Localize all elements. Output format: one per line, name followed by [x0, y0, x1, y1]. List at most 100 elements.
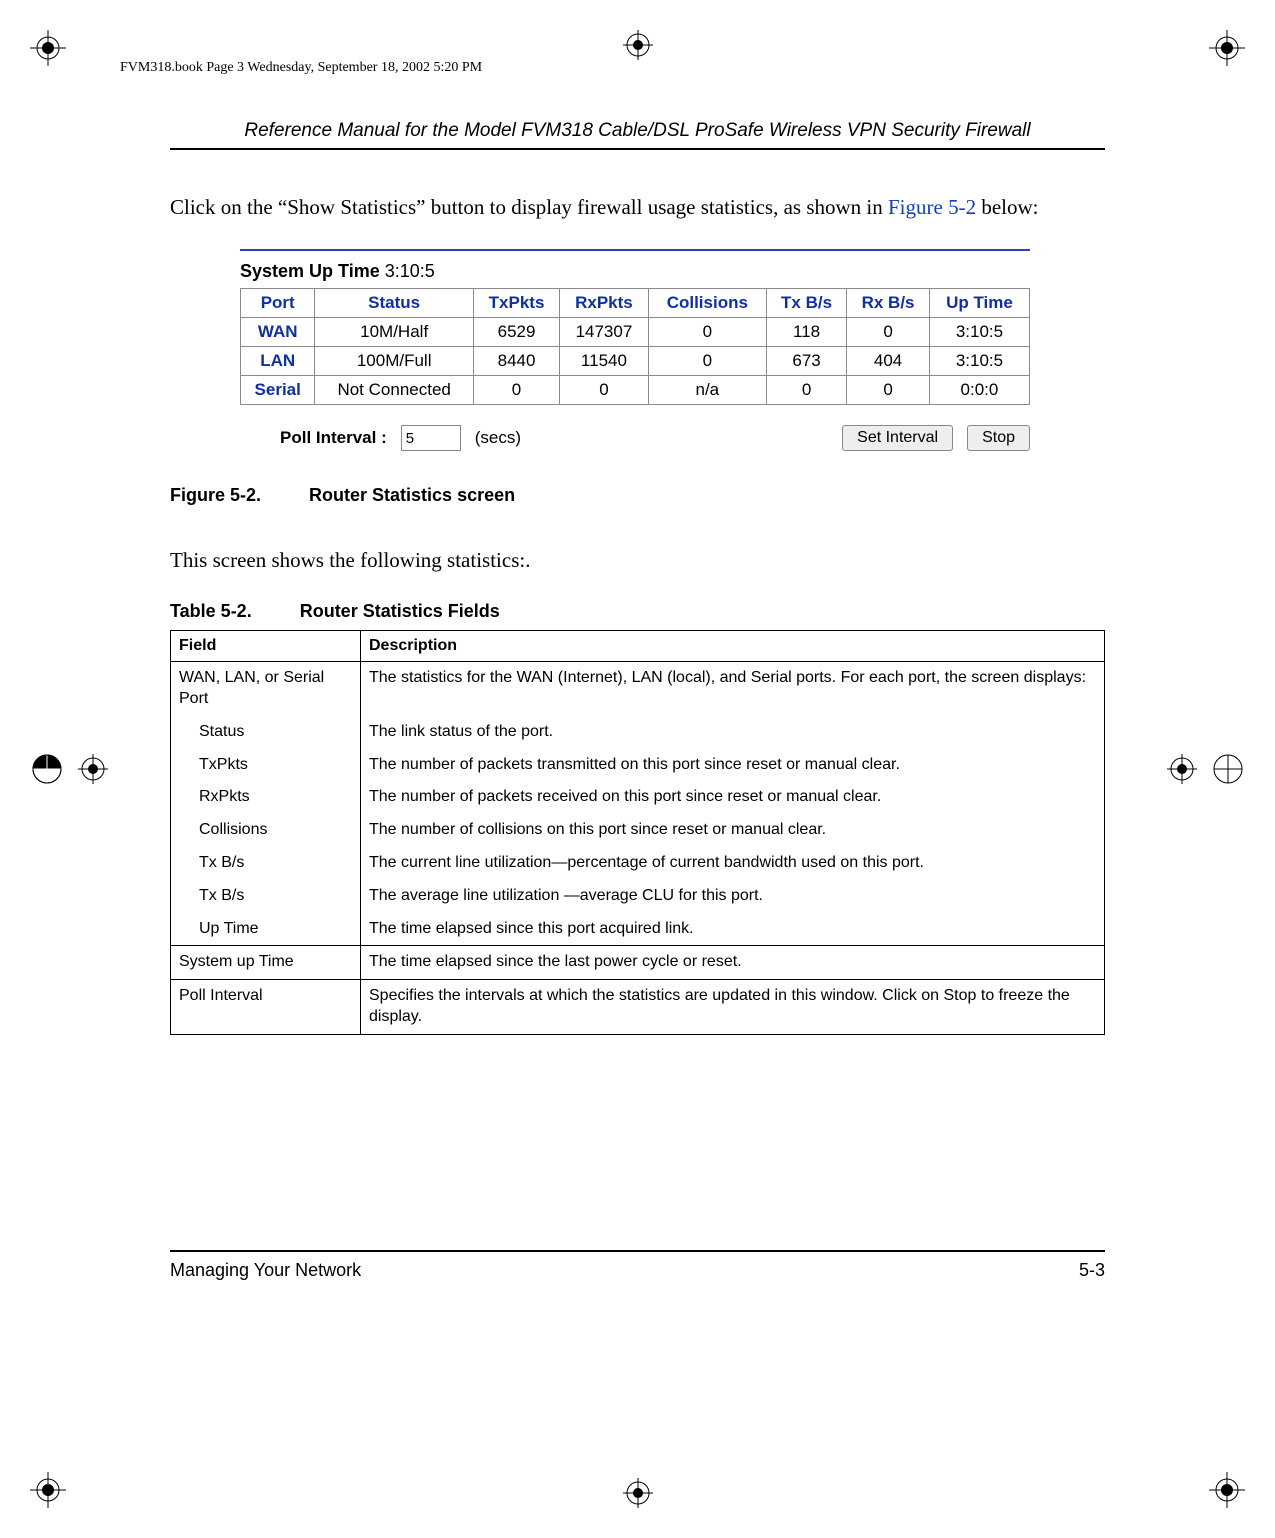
- router-statistics-figure: System Up Time 3:10:5 PortStatusTxPktsRx…: [240, 249, 1030, 451]
- stats-cell: 673: [766, 347, 846, 376]
- poll-interval-input[interactable]: [401, 425, 461, 451]
- field-desc-cell: The average line utilization —average CL…: [361, 880, 1105, 913]
- stats-cell: 8440: [473, 347, 559, 376]
- stats-cell: 0: [847, 376, 930, 405]
- field-desc-cell: The statistics for the WAN (Internet), L…: [361, 662, 1105, 716]
- stats-cell: 0: [648, 318, 766, 347]
- figure-xref-link[interactable]: Figure 5-2: [888, 195, 976, 219]
- field-name-cell: System up Time: [171, 946, 361, 980]
- table-row: Up TimeThe time elapsed since this port …: [171, 913, 1105, 946]
- table-row: SerialNot Connected00n/a000:0:0: [241, 376, 1030, 405]
- field-desc-cell: Specifies the intervals at which the sta…: [361, 980, 1105, 1035]
- poll-secs-label: (secs): [475, 428, 521, 448]
- stats-cell: 0: [473, 376, 559, 405]
- stats-cell: 0: [766, 376, 846, 405]
- field-desc-cell: The link status of the port.: [361, 716, 1105, 749]
- table-row: RxPktsThe number of packets received on …: [171, 781, 1105, 814]
- fields-table: Field Description WAN, LAN, or Serial Po…: [170, 630, 1105, 1035]
- field-name-cell: RxPkts: [171, 781, 361, 814]
- set-interval-button[interactable]: Set Interval: [842, 425, 953, 451]
- page-footer: Managing Your Network 5-3: [170, 1250, 1105, 1281]
- stats-header: Rx B/s: [847, 289, 930, 318]
- stats-header: Port: [241, 289, 315, 318]
- registration-mark-icon: [30, 752, 108, 786]
- field-desc-cell: The current line utilization—percentage …: [361, 847, 1105, 880]
- port-cell: LAN: [241, 347, 315, 376]
- table-row: CollisionsThe number of collisions on th…: [171, 814, 1105, 847]
- port-cell: Serial: [241, 376, 315, 405]
- stats-header: Collisions: [648, 289, 766, 318]
- field-desc-cell: The number of packets received on this p…: [361, 781, 1105, 814]
- registration-mark-icon: [623, 30, 653, 60]
- crop-mark-icon: [1209, 1472, 1245, 1508]
- footer-page-number: 5-3: [1079, 1260, 1105, 1281]
- field-desc-cell: The number of collisions on this port si…: [361, 814, 1105, 847]
- stats-cell: 6529: [473, 318, 559, 347]
- table-row: WAN, LAN, or Serial PortThe statistics f…: [171, 662, 1105, 716]
- field-name-cell: Collisions: [171, 814, 361, 847]
- table-row: Poll IntervalSpecifies the intervals at …: [171, 980, 1105, 1035]
- crop-mark-icon: [30, 30, 66, 66]
- stats-cell: 147307: [560, 318, 649, 347]
- stats-cell: 100M/Full: [315, 347, 474, 376]
- stats-intro-paragraph: This screen shows the following statisti…: [170, 548, 1105, 573]
- intro-paragraph: Click on the “Show Statistics” button to…: [170, 194, 1105, 221]
- figure-caption-number: Figure 5-2.: [170, 485, 261, 505]
- registration-mark-icon: [1167, 752, 1245, 786]
- uptime-label: System Up Time: [240, 261, 380, 281]
- table-row: LAN100M/Full84401154006734043:10:5: [241, 347, 1030, 376]
- table-caption-number: Table 5-2.: [170, 601, 252, 621]
- stats-cell: 0: [648, 347, 766, 376]
- field-desc-cell: The time elapsed since the last power cy…: [361, 946, 1105, 980]
- intro-text-pre: Click on the “Show Statistics” button to…: [170, 195, 888, 219]
- field-name-cell: Tx B/s: [171, 847, 361, 880]
- stats-cell: n/a: [648, 376, 766, 405]
- footer-section-title: Managing Your Network: [170, 1260, 361, 1281]
- port-cell: WAN: [241, 318, 315, 347]
- stats-header: Tx B/s: [766, 289, 846, 318]
- field-name-cell: TxPkts: [171, 749, 361, 782]
- system-uptime-line: System Up Time 3:10:5: [240, 261, 1030, 282]
- figure-caption-text: Router Statistics screen: [309, 485, 515, 505]
- table-row: Tx B/sThe current line utilization—perce…: [171, 847, 1105, 880]
- book-meta-line: FVM318.book Page 3 Wednesday, September …: [120, 60, 482, 76]
- table-row: StatusThe link status of the port.: [171, 716, 1105, 749]
- table-row: Tx B/sThe average line utilization —aver…: [171, 880, 1105, 913]
- crop-mark-icon: [30, 1472, 66, 1508]
- field-name-cell: Tx B/s: [171, 880, 361, 913]
- intro-text-post: below:: [976, 195, 1038, 219]
- stats-header: RxPkts: [560, 289, 649, 318]
- stats-cell: 0: [560, 376, 649, 405]
- figure-rule: [240, 249, 1030, 251]
- field-name-cell: WAN, LAN, or Serial Port: [171, 662, 361, 716]
- table-caption: Table 5-2. Router Statistics Fields: [170, 601, 1105, 622]
- stats-header: TxPkts: [473, 289, 559, 318]
- uptime-value: 3:10:5: [385, 261, 435, 281]
- figure-caption: Figure 5-2. Router Statistics screen: [170, 485, 1105, 506]
- stats-cell: 0: [847, 318, 930, 347]
- table-caption-text: Router Statistics Fields: [300, 601, 500, 621]
- field-name-cell: Status: [171, 716, 361, 749]
- stats-cell: 3:10:5: [929, 347, 1029, 376]
- poll-interval-label: Poll Interval :: [280, 428, 387, 448]
- registration-mark-icon: [623, 1478, 653, 1508]
- stats-cell: 0:0:0: [929, 376, 1029, 405]
- fields-header-desc: Description: [361, 631, 1105, 662]
- stats-header: Up Time: [929, 289, 1029, 318]
- stats-cell: 118: [766, 318, 846, 347]
- stats-table: PortStatusTxPktsRxPktsCollisionsTx B/sRx…: [240, 288, 1030, 405]
- table-row: TxPktsThe number of packets transmitted …: [171, 749, 1105, 782]
- stats-cell: 404: [847, 347, 930, 376]
- field-name-cell: Poll Interval: [171, 980, 361, 1035]
- stop-button[interactable]: Stop: [967, 425, 1030, 451]
- stats-cell: Not Connected: [315, 376, 474, 405]
- table-row: WAN10M/Half6529147307011803:10:5: [241, 318, 1030, 347]
- stats-cell: 3:10:5: [929, 318, 1029, 347]
- fields-header-field: Field: [171, 631, 361, 662]
- running-header: Reference Manual for the Model FVM318 Ca…: [170, 120, 1105, 150]
- field-desc-cell: The time elapsed since this port acquire…: [361, 913, 1105, 946]
- stats-cell: 10M/Half: [315, 318, 474, 347]
- crop-mark-icon: [1209, 30, 1245, 66]
- field-desc-cell: The number of packets transmitted on thi…: [361, 749, 1105, 782]
- field-name-cell: Up Time: [171, 913, 361, 946]
